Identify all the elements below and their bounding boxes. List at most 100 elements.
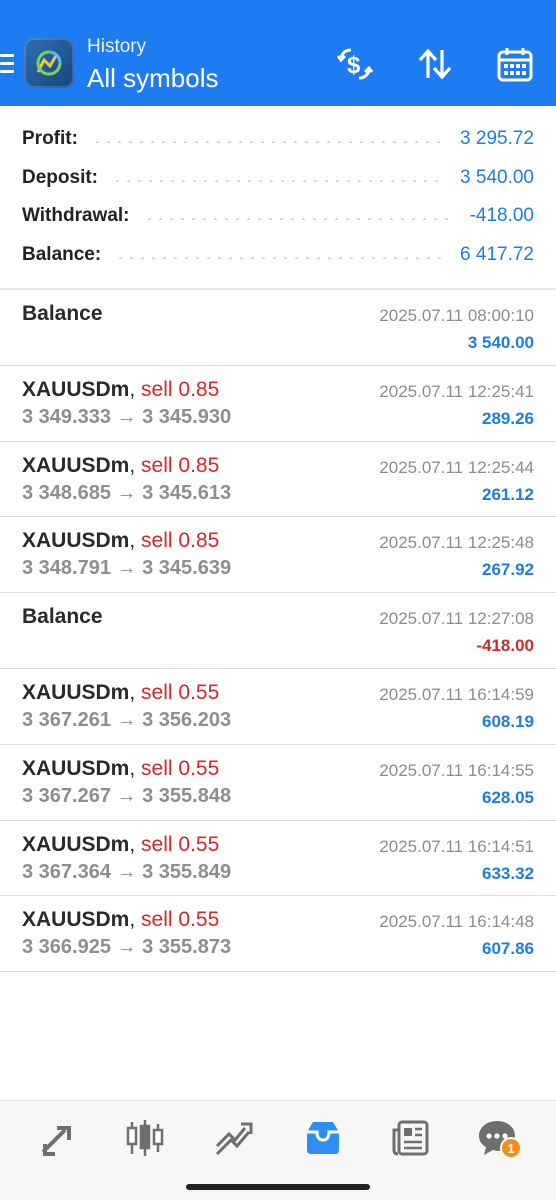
- arrow-icon: →: [116, 405, 137, 428]
- trade-side: sell 0.55: [141, 680, 220, 704]
- close-price: 3 356.203: [142, 708, 232, 731]
- separator: ,: [129, 756, 136, 780]
- chart-icon[interactable]: [120, 1115, 170, 1161]
- summary-label: Withdrawal:: [22, 205, 130, 227]
- deal-amount: 267.92: [482, 560, 534, 580]
- deal-title: Balance: [22, 302, 103, 326]
- chat-badge: 1: [500, 1137, 522, 1159]
- arrow-icon: →: [116, 557, 137, 580]
- summary-label: Balance:: [22, 243, 102, 265]
- deal-amount: 628.05: [482, 787, 534, 807]
- separator: ,: [129, 832, 136, 856]
- open-price: 3 349.333: [22, 405, 111, 428]
- deals-list: Balance 2025.07.11 08:00:10 3 540.00 XAUUSD…: [0, 290, 556, 973]
- deal-title: XAUUSDm, sell 0.85: [22, 378, 219, 402]
- trade-row[interactable]: XAUUSDm, sell 0.55 3 367.267 → 3 355.848 2…: [0, 745, 556, 821]
- deposit-withdraw-icon[interactable]: $: [334, 42, 376, 86]
- dotted-leader: [91, 141, 447, 144]
- balance-row[interactable]: Balance 2025.07.11 08:00:10 3 540.00: [0, 290, 556, 366]
- deal-amount: 289.26: [482, 408, 534, 428]
- trade-row[interactable]: XAUUSDm, sell 0.85 3 348.791 → 3 345.639 2…: [0, 517, 556, 594]
- header-title[interactable]: All symbols: [87, 63, 218, 94]
- separator: ,: [129, 908, 136, 932]
- menu-icon[interactable]: [0, 54, 16, 74]
- app-logo: [24, 38, 74, 88]
- close-price: 3 355.849: [142, 860, 232, 883]
- deal-time: 2025.07.11 16:14:48: [379, 912, 534, 932]
- deal-time: 2025.07.11 16:14:51: [379, 836, 534, 856]
- quotes-icon[interactable]: [32, 1115, 82, 1161]
- open-price: 3 367.267: [22, 784, 111, 807]
- symbol: XAUUSDm: [22, 529, 130, 553]
- home-indicator: [186, 1184, 370, 1190]
- deal-time: 2025.07.11 16:14:59: [379, 684, 534, 704]
- deal-prices: 3 348.685 → 3 345.613: [22, 482, 231, 505]
- symbol: XAUUSDm: [22, 680, 130, 704]
- deal-amount: 608.19: [482, 711, 534, 731]
- dotted-leader: [112, 179, 447, 182]
- open-price: 3 366.925: [22, 936, 111, 959]
- history-icon[interactable]: [298, 1115, 348, 1161]
- header-subtitle: History: [87, 36, 147, 57]
- dotted-leader: [115, 256, 447, 259]
- sort-icon[interactable]: [414, 42, 456, 86]
- calendar-icon[interactable]: [494, 42, 536, 86]
- separator: ,: [129, 377, 136, 401]
- symbol: XAUUSDm: [22, 453, 130, 477]
- deal-prices: 3 367.364 → 3 355.849: [22, 861, 231, 884]
- summary-value: 3 295.72: [460, 128, 534, 150]
- close-price: 3 345.930: [142, 405, 232, 428]
- deal-title: XAUUSDm, sell 0.55: [22, 757, 219, 781]
- open-price: 3 348.791: [22, 557, 111, 580]
- trade-side: sell 0.55: [141, 832, 220, 856]
- trade-row[interactable]: XAUUSDm, sell 0.85 3 349.333 → 3 345.930 2…: [0, 366, 556, 442]
- deal-prices: 3 349.333 → 3 345.930: [22, 406, 231, 429]
- deal-time: 2025.07.11 16:14:55: [379, 760, 534, 780]
- summary-row: Profit: 3 295.72: [0, 120, 556, 159]
- deal-prices: 3 367.267 → 3 355.848: [22, 785, 231, 808]
- arrow-icon: →: [116, 936, 137, 959]
- summary-row: Balance: 6 417.72: [0, 236, 556, 275]
- chat-icon[interactable]: 1: [472, 1115, 522, 1161]
- symbol: XAUUSDm: [22, 908, 130, 932]
- news-icon[interactable]: [386, 1115, 436, 1161]
- arrow-icon: →: [116, 481, 137, 504]
- close-price: 3 345.639: [142, 557, 232, 580]
- deal-time: 2025.07.11 12:25:48: [379, 533, 534, 553]
- deal-amount: 607.86: [482, 939, 534, 959]
- deal-prices: 3 366.925 → 3 355.873: [22, 936, 231, 959]
- trade-side: sell 0.85: [141, 453, 220, 477]
- trade-side: sell 0.55: [141, 756, 220, 780]
- open-price: 3 367.364: [22, 860, 111, 883]
- deal-amount: 3 540.00: [467, 333, 534, 352]
- trade-side: sell 0.85: [141, 529, 220, 553]
- summary-row: Deposit: 3 540.00: [0, 159, 556, 198]
- close-price: 3 345.613: [142, 481, 232, 504]
- separator: ,: [129, 453, 136, 477]
- trade-row[interactable]: XAUUSDm, sell 0.85 3 348.685 → 3 345.613 2…: [0, 442, 556, 518]
- trade-icon[interactable]: [208, 1115, 258, 1161]
- deal-amount: -418.00: [476, 636, 534, 656]
- trade-row[interactable]: XAUUSDm, sell 0.55 3 367.364 → 3 355.849 2…: [0, 821, 556, 897]
- deal-title: XAUUSDm, sell 0.55: [22, 908, 219, 932]
- summary-value: -418.00: [469, 205, 534, 227]
- trade-row[interactable]: XAUUSDm, sell 0.55 3 366.925 → 3 355.873 2…: [0, 896, 556, 973]
- dotted-leader: [143, 218, 456, 221]
- deal-title: XAUUSDm, sell 0.55: [22, 833, 219, 857]
- deal-prices: 3 367.261 → 3 356.203: [22, 709, 231, 732]
- trade-side: sell 0.55: [141, 908, 220, 932]
- arrow-icon: →: [116, 860, 137, 883]
- balance-label: Balance: [22, 302, 103, 325]
- symbol: XAUUSDm: [22, 377, 130, 401]
- balance-row[interactable]: Balance 2025.07.11 12:27:08 -418.00: [0, 593, 556, 669]
- balance-label: Balance: [22, 605, 103, 629]
- separator: ,: [129, 529, 136, 553]
- trade-row[interactable]: XAUUSDm, sell 0.55 3 367.261 → 3 356.203 2…: [0, 669, 556, 745]
- deal-amount: 261.12: [482, 484, 534, 504]
- arrow-icon: →: [116, 708, 137, 731]
- summary-value: 3 540.00: [460, 166, 534, 188]
- deal-title: XAUUSDm, sell 0.85: [22, 454, 219, 478]
- symbol: XAUUSDm: [22, 832, 130, 856]
- app-header: History All symbols $: [0, 0, 556, 106]
- deal-title: XAUUSDm, sell 0.55: [22, 681, 219, 705]
